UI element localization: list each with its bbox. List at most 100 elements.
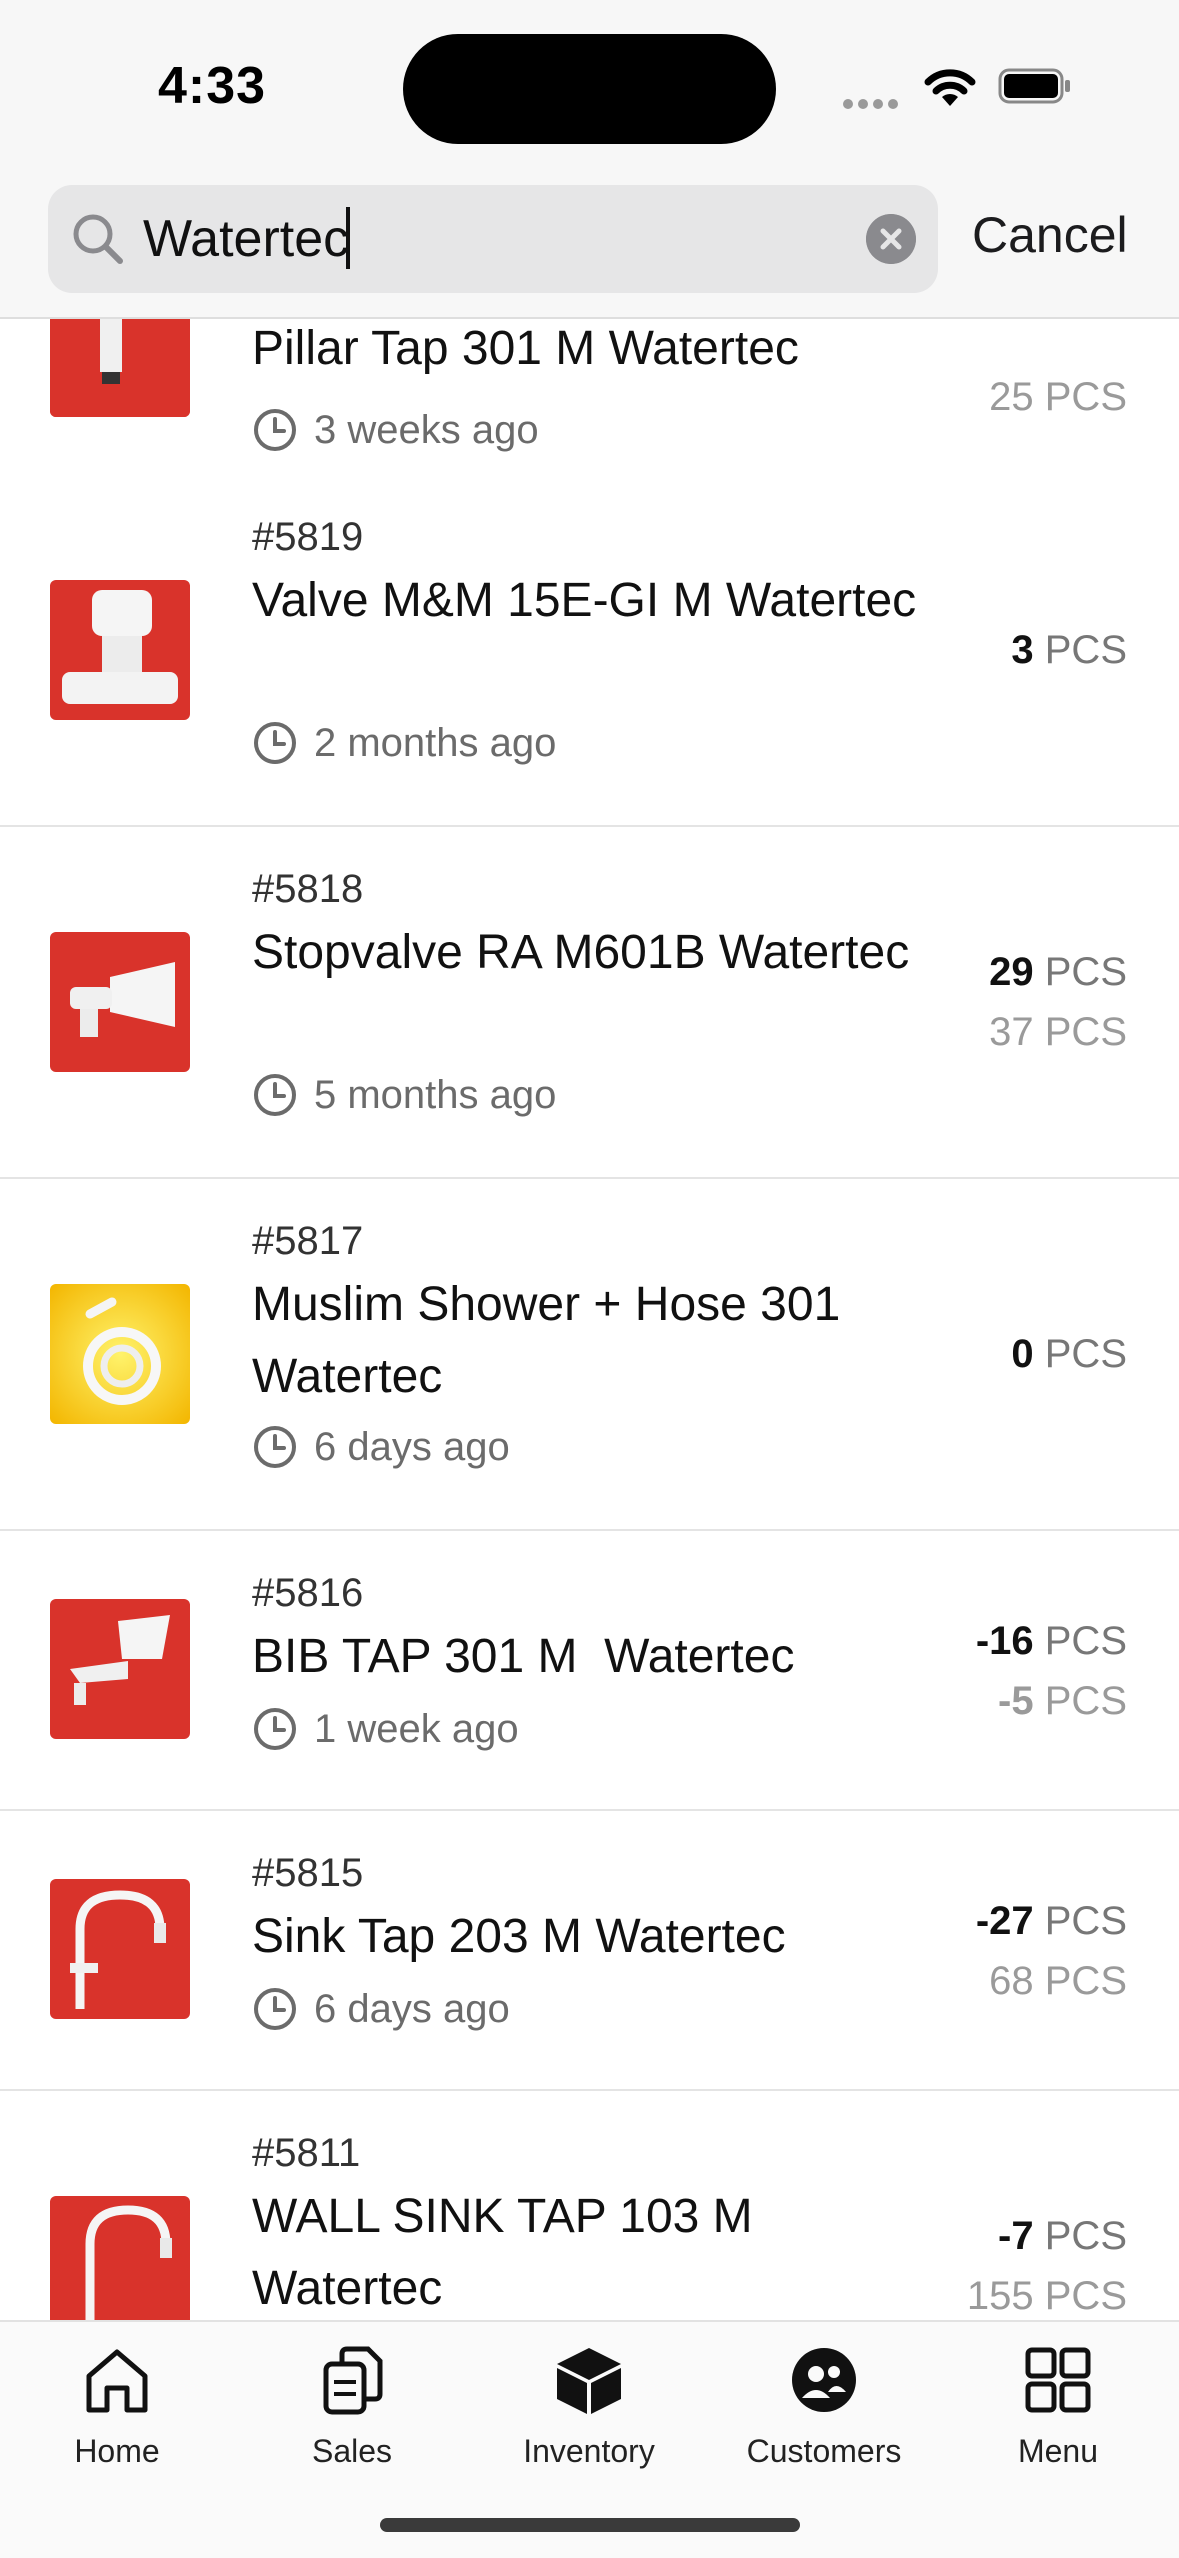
unit-label: PCS (1044, 1332, 1127, 1376)
clock-icon (254, 1074, 296, 1116)
tab-home-label: Home (74, 2433, 160, 2469)
product-row[interactable]: Pillar Tap 301 M Watertec 3 weeks ago 25… (0, 317, 1179, 477)
tab-inventory[interactable]: Inventory (489, 2342, 689, 2470)
unit-label: PCS (1044, 1010, 1127, 1054)
product-time-text: 6 days ago (314, 1425, 510, 1469)
tab-customers-label: Customers (746, 2433, 902, 2469)
product-quantity: 29 PCS 37 PCS (989, 942, 1127, 1062)
clock-icon (254, 1708, 296, 1750)
product-thumbnail (50, 1599, 190, 1739)
product-name: Stopvalve RA M601B Watertec (252, 926, 910, 979)
product-code: #5811 (252, 2131, 361, 2175)
bib-tap-image-icon (50, 1599, 190, 1739)
unit-label: PCS (1044, 1959, 1127, 2003)
product-row[interactable]: #5818 Stopvalve RA M601B Watertec 5 mont… (0, 827, 1179, 1179)
unit-label: PCS (1044, 1619, 1127, 1663)
tab-inventory-label: Inventory (523, 2433, 655, 2469)
tab-menu-label: Menu (1017, 2433, 1099, 2469)
product-row[interactable]: #5811 WALL SINK TAP 103 M Watertec -7 PC… (0, 2091, 1179, 2320)
product-quantity: -16 PCS -5 PCS (976, 1611, 1127, 1731)
product-name: Sink Tap 203 M Watertec (252, 1910, 786, 1963)
quantity-main: -27 (975, 1899, 1034, 1943)
status-time: 4:33 (158, 57, 267, 115)
unit-label: PCS (1044, 628, 1127, 672)
quantity-secondary: 68 (989, 1959, 1034, 2003)
unit-label: PCS (1044, 1679, 1127, 1723)
product-time-text: 3 weeks ago (314, 408, 539, 452)
product-time-text: 6 days ago (314, 1987, 510, 2031)
quantity-secondary: 37 (989, 1010, 1034, 1054)
quantity-main: -7 (998, 2214, 1034, 2258)
product-thumbnail (50, 1879, 190, 2019)
battery-icon (998, 68, 1070, 104)
product-quantity: 3 PCS (1011, 620, 1127, 680)
unit-label: PCS (1044, 2214, 1127, 2258)
product-quantity: 25 PCS (989, 367, 1127, 427)
home-indicator[interactable] (380, 2518, 800, 2532)
product-row[interactable]: #5819 Valve M&M 15E-GI M Watertec 2 mont… (0, 475, 1179, 827)
product-quantity: -7 PCS 155 PCS (967, 2206, 1127, 2320)
tab-customers[interactable]: Customers (724, 2342, 924, 2470)
wall-sink-tap-image-icon (50, 2196, 190, 2320)
quantity-main: 3 (1011, 628, 1034, 672)
unit-label: PCS (1044, 1899, 1127, 1943)
product-name: WALL SINK TAP 103 M Watertec (252, 2190, 753, 2315)
search-bar[interactable] (48, 185, 938, 293)
unit-label: PCS (1044, 375, 1127, 419)
product-code: #5815 (252, 1851, 364, 1895)
product-row[interactable]: #5817 Muslim Shower + Hose 301 Watertec … (0, 1179, 1179, 1531)
stopvalve-image-icon (50, 932, 190, 1072)
product-time-text: 5 months ago (314, 1073, 557, 1117)
valve-image-icon (50, 580, 190, 720)
search-input[interactable] (143, 205, 873, 273)
product-code: #5816 (252, 1571, 364, 1615)
search-header: Cancel (0, 170, 1179, 319)
product-quantity: -27 PCS 68 PCS (976, 1891, 1127, 2011)
product-name: Muslim Shower + Hose 301 Watertec (252, 1278, 841, 1403)
tap-image-icon (50, 317, 190, 417)
quantity-main: 0 (1011, 1332, 1034, 1376)
search-icon (73, 214, 123, 264)
product-row[interactable]: #5815 Sink Tap 203 M Watertec 6 days ago… (0, 1811, 1179, 2091)
product-thumbnail (50, 2196, 190, 2320)
product-code: #5818 (252, 867, 364, 911)
product-time: 3 weeks ago (252, 407, 539, 453)
product-time: 5 months ago (252, 1072, 556, 1118)
product-thumbnail (50, 1284, 190, 1424)
clock-icon (254, 1988, 296, 2030)
quantity-main: -16 (975, 1619, 1034, 1663)
clock-icon (254, 722, 296, 764)
quantity-secondary: 25 (989, 375, 1034, 419)
dynamic-island (403, 34, 776, 144)
unit-label: PCS (1044, 950, 1127, 994)
product-thumbnail (50, 317, 190, 417)
clear-search-icon[interactable] (866, 214, 916, 264)
quantity-secondary: 155 (966, 2274, 1034, 2318)
product-name: Pillar Tap 301 M Watertec (252, 322, 799, 375)
home-icon (86, 2349, 148, 2413)
text-caret (346, 185, 350, 293)
product-time-text: 1 week ago (314, 1707, 519, 1751)
product-row[interactable]: #5816 BIB TAP 301 M Watertec 1 week ago … (0, 1531, 1179, 1811)
cellular-signal-icon (843, 96, 905, 109)
product-name: Valve M&M 15E-GI M Watertec (252, 574, 917, 627)
tab-menu[interactable]: Menu (958, 2342, 1158, 2470)
product-time: 1 week ago (252, 1706, 519, 1752)
product-code: #5819 (252, 515, 364, 559)
product-thumbnail (50, 580, 190, 720)
product-time-text: 2 months ago (314, 721, 557, 765)
clock-icon (254, 1426, 296, 1468)
unit-label: PCS (1044, 2274, 1127, 2318)
product-time: 6 days ago (252, 1986, 510, 2032)
shower-image-icon (50, 1284, 190, 1424)
clock-icon (254, 409, 296, 451)
tab-sales[interactable]: Sales (252, 2342, 452, 2470)
tab-sales-label: Sales (311, 2433, 393, 2469)
quantity-main: 29 (989, 950, 1034, 994)
documents-icon (323, 2346, 383, 2415)
tab-home[interactable]: Home (17, 2342, 217, 2470)
cancel-button[interactable]: Cancel (972, 206, 1128, 264)
customers-icon (792, 2348, 856, 2412)
status-bar: 4:33 (0, 0, 1179, 170)
wifi-icon (924, 69, 976, 106)
